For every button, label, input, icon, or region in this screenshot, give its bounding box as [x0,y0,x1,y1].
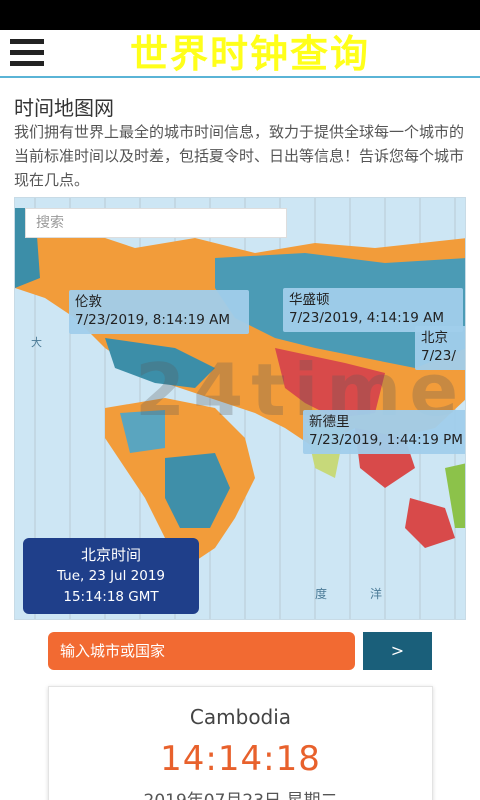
clock-time: 14:14:18 [160,739,321,779]
map-search-input[interactable] [25,208,287,238]
city-search-input[interactable] [48,632,355,670]
beijing-card-title: 北京时间 [80,546,141,564]
intro-text: 我们拥有世界上最全的城市时间信息，致力于提供全球每一个城市的当前标准时间以及时差… [14,123,465,189]
app-header: 世界时钟查询 [0,30,480,78]
popup-city-name: 华盛顿 [289,292,330,308]
app-title: 世界时钟查询 [129,32,370,76]
popup-city-time: 7/23/2019, 8:14:19 AM [75,312,231,328]
clock-country: Cambodia [189,705,292,729]
map-label: 大 [31,335,42,349]
map-label: 洋 [370,586,382,601]
popup-city-time: 7/23/ [421,348,456,364]
popup-city-time: 7/23/2019, 4:14:19 AM [289,310,445,326]
beijing-card-date: Tue, 23 Jul 2019 [56,568,166,584]
popup-city-name: 北京 [421,330,448,346]
popup-city-time: 7/23/2019, 1:44:19 PM [309,432,463,448]
city-popup-london[interactable]: 伦敦 7/23/2019, 8:14:19 AM [69,290,249,334]
map-label: 度 [315,586,327,601]
search-submit-button[interactable]: > [363,632,432,670]
beijing-card-time: 15:14:18 GMT [63,589,159,605]
clock-date: 2019年07月23日 星期二 [49,789,432,800]
popup-city-name: 伦敦 [75,294,102,310]
city-popup-beijing[interactable]: 北京 7/23/ [415,326,465,370]
clock-card: Cambodia 14:14:18 2019年07月23日 星期二 [48,686,433,800]
city-popup-new-delhi[interactable]: 新德里 7/23/2019, 1:44:19 PM [303,410,465,454]
popup-city-name: 新德里 [309,414,350,430]
section-title: 时间地图网 [14,96,114,120]
status-bar [0,0,480,30]
menu-icon[interactable] [10,39,46,69]
beijing-time-card: 北京时间 Tue, 23 Jul 2019 15:14:18 GMT [23,538,199,614]
world-timezone-map[interactable]: 大 度 洋 24timezones 伦敦 7/23/2019, 8:14:19 … [14,197,466,620]
